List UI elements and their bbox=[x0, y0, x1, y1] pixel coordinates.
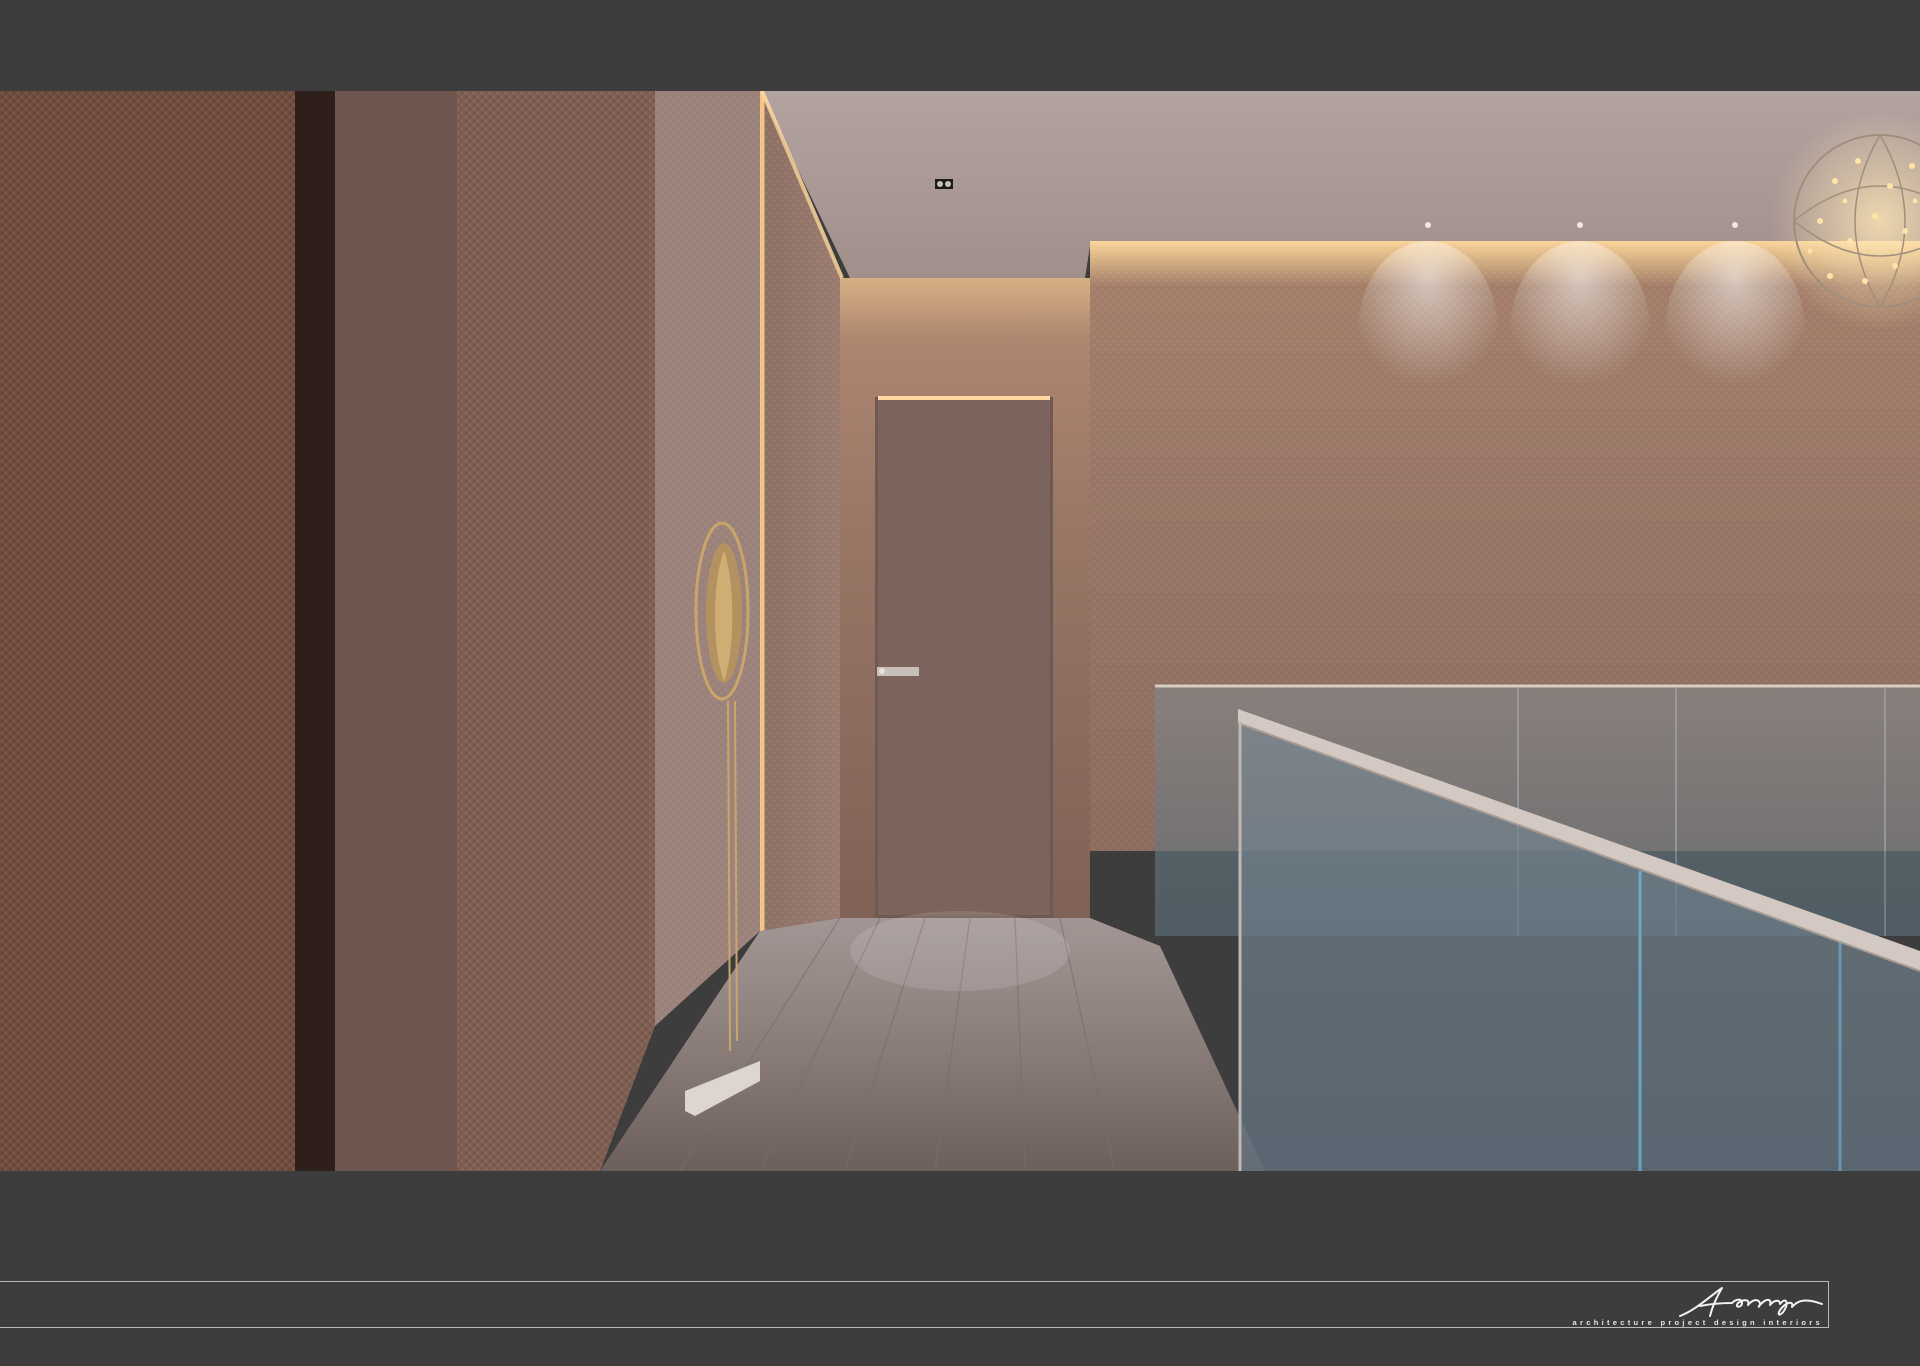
corridor-render-illustration bbox=[0, 91, 1920, 1171]
footer-tagline: architecture project design interiors bbox=[1572, 1318, 1823, 1327]
presentation-sheet: architecture project design interiors bbox=[0, 0, 1920, 1366]
interior-render bbox=[0, 91, 1920, 1171]
archigraph-logo-icon bbox=[1679, 1287, 1823, 1317]
